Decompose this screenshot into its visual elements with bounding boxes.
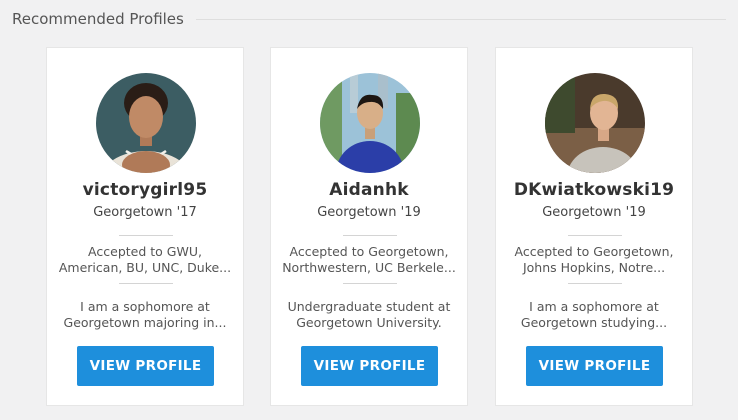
divider (119, 283, 173, 284)
section-title: Recommended Profiles (12, 10, 184, 28)
section-divider (195, 18, 726, 20)
view-profile-button[interactable]: VIEW PROFILE (526, 346, 663, 386)
username: DKwiatkowski19 (513, 180, 675, 200)
bio-text: I am a sophomore at Georgetown majoring … (63, 299, 227, 330)
view-profile-button[interactable]: VIEW PROFILE (301, 346, 438, 386)
avatar[interactable] (320, 73, 420, 173)
bio-text: I am a sophomore at Georgetown studying.… (520, 299, 668, 330)
school-year: Georgetown '17 (93, 205, 197, 220)
profile-card: victorygirl95 Georgetown '17 Accepted to… (46, 47, 244, 406)
avatar[interactable] (545, 73, 645, 173)
avatar[interactable] (96, 73, 196, 173)
school-year: Georgetown '19 (542, 205, 646, 220)
username: victorygirl95 (82, 180, 208, 200)
divider (119, 235, 173, 236)
username: Aidanhk (329, 180, 409, 200)
divider (343, 235, 397, 236)
view-profile-button[interactable]: VIEW PROFILE (77, 346, 214, 386)
acceptances-text: Accepted to Georgetown, Northwestern, UC… (282, 244, 456, 275)
divider (568, 235, 622, 236)
acceptances-text: Accepted to GWU, American, BU, UNC, Duke… (58, 244, 232, 275)
divider (343, 283, 397, 284)
profile-card: Aidanhk Georgetown '19 Accepted to Georg… (270, 47, 468, 406)
bio-text: Undergraduate student at Georgetown Univ… (287, 299, 451, 330)
school-year: Georgetown '19 (317, 205, 421, 220)
profile-cards: victorygirl95 Georgetown '17 Accepted to… (0, 47, 738, 407)
section-header: Recommended Profiles (12, 8, 726, 30)
profile-card: DKwiatkowski19 Georgetown '19 Accepted t… (495, 47, 693, 406)
divider (568, 283, 622, 284)
acceptances-text: Accepted to Georgetown, Johns Hopkins, N… (514, 244, 674, 275)
